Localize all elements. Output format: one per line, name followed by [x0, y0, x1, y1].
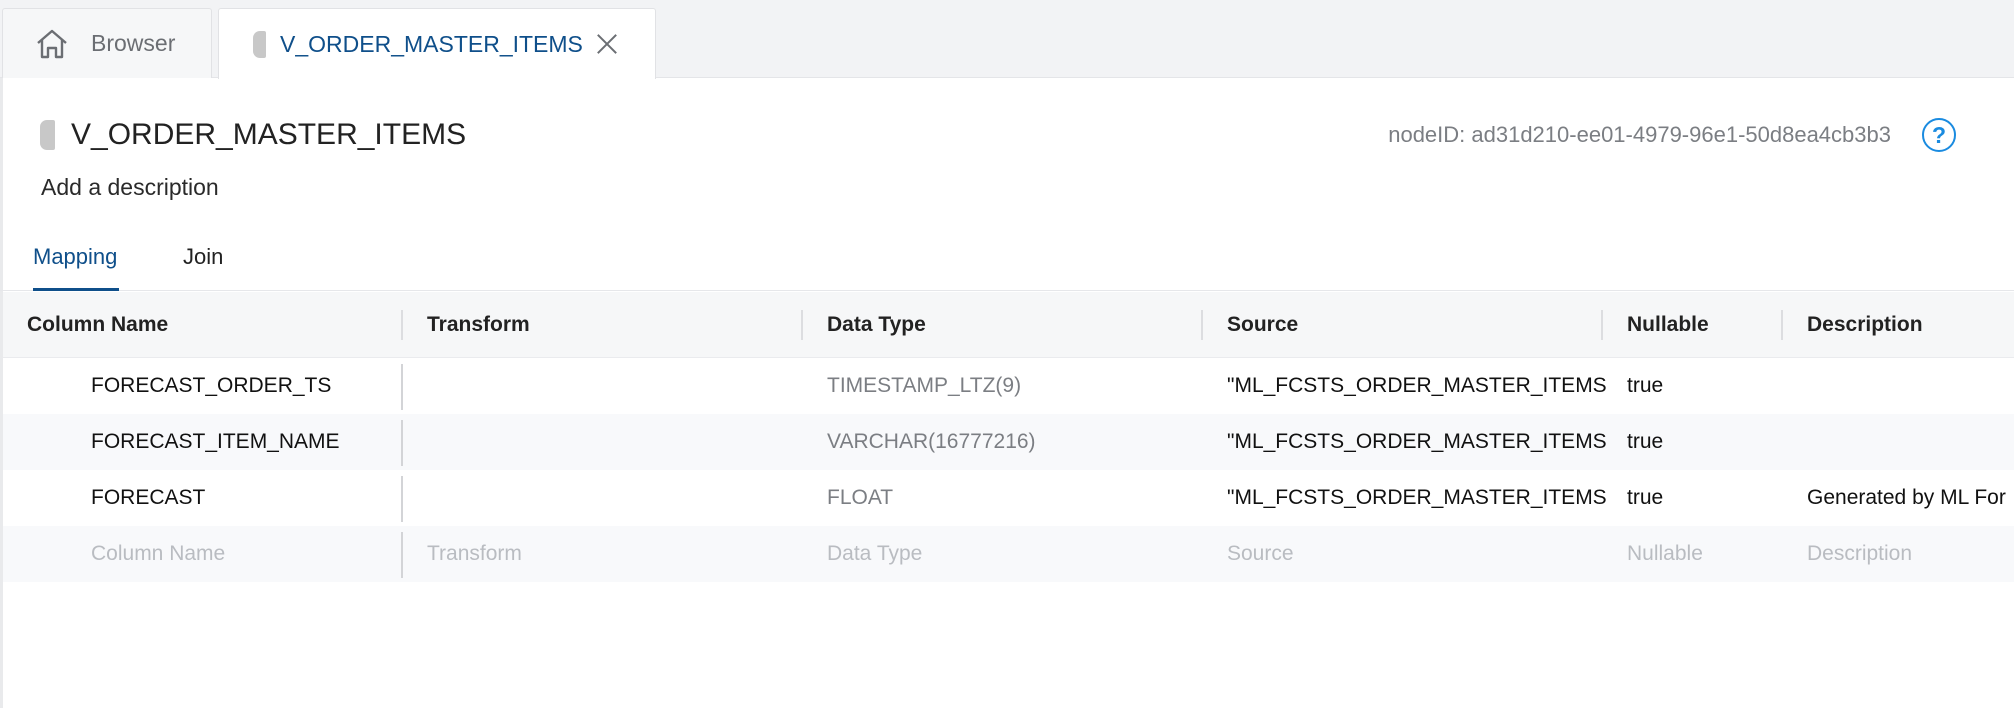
column-resize-handle[interactable]	[401, 310, 403, 340]
column-resize-handle[interactable]	[801, 310, 803, 340]
tab-node-label: V_ORDER_MASTER_ITEMS	[280, 30, 583, 57]
cell-data-type[interactable]: FLOAT	[827, 470, 893, 526]
new-data-type-input[interactable]: Data Type	[827, 526, 922, 582]
cell-description[interactable]	[1807, 414, 2014, 470]
cell-description[interactable]	[1807, 358, 2014, 414]
tab-bar: Browser V_ORDER_MASTER_ITEMS	[0, 0, 2014, 79]
description-field[interactable]: Add a description	[41, 174, 219, 201]
row-divider	[401, 476, 403, 522]
row-divider	[401, 532, 403, 578]
home-icon	[37, 29, 67, 58]
tab-browser[interactable]: Browser	[2, 8, 212, 78]
mapping-grid: Column Name Transform Data Type Source N…	[3, 292, 2014, 582]
new-nullable-input[interactable]: Nullable	[1627, 526, 1703, 582]
cell-source[interactable]: "ML_FCSTS_ORDER_MASTER_ITEMS".	[1227, 414, 1607, 470]
cell-source[interactable]: "ML_FCSTS_ORDER_MASTER_ITEMS".	[1227, 470, 1607, 526]
cell-data-type[interactable]: VARCHAR(16777216)	[827, 414, 1036, 470]
column-resize-handle[interactable]	[1781, 310, 1783, 340]
close-icon[interactable]	[596, 33, 618, 55]
page-title[interactable]: V_ORDER_MASTER_ITEMS	[71, 118, 466, 152]
header-description[interactable]: Description	[1807, 292, 2014, 357]
cell-nullable[interactable]: true	[1627, 414, 1663, 470]
table-row[interactable]: FORECAST_ITEM_NAME VARCHAR(16777216) "ML…	[3, 414, 2014, 470]
tab-join[interactable]: Join	[183, 244, 223, 291]
node-id-text: nodeID: ad31d210-ee01-4979-96e1-50d8ea4c…	[1388, 122, 1891, 147]
cell-column-name[interactable]: FORECAST_ITEM_NAME	[91, 414, 340, 470]
cell-nullable[interactable]: true	[1627, 358, 1663, 414]
tab-node[interactable]: V_ORDER_MASTER_ITEMS	[218, 8, 656, 79]
tab-browser-label: Browser	[91, 30, 176, 56]
new-description-input[interactable]: Description	[1807, 526, 2014, 582]
table-row[interactable]: FORECAST FLOAT "ML_FCSTS_ORDER_MASTER_IT…	[3, 470, 2014, 526]
header-transform[interactable]: Transform	[427, 292, 530, 357]
column-resize-handle[interactable]	[1201, 310, 1203, 340]
row-divider	[401, 420, 403, 466]
header-column-name[interactable]: Column Name	[27, 292, 168, 357]
grid-header-row: Column Name Transform Data Type Source N…	[3, 292, 2014, 358]
column-resize-handle[interactable]	[1601, 310, 1603, 340]
tab-mapping[interactable]: Mapping	[33, 244, 119, 291]
new-source-input[interactable]: Source	[1227, 526, 1607, 582]
content-tabs: Mapping Join	[0, 230, 2014, 291]
header-nullable[interactable]: Nullable	[1627, 292, 1709, 357]
node-title-row: V_ORDER_MASTER_ITEMS	[40, 118, 466, 152]
header-source[interactable]: Source	[1227, 292, 1607, 357]
table-row[interactable]: FORECAST_ORDER_TS TIMESTAMP_LTZ(9) "ML_F…	[3, 358, 2014, 414]
cell-source[interactable]: "ML_FCSTS_ORDER_MASTER_ITEMS".	[1227, 358, 1607, 414]
new-transform-input[interactable]: Transform	[427, 526, 522, 582]
help-icon[interactable]: ?	[1922, 118, 1956, 152]
new-column-row[interactable]: Column Name Transform Data Type Source N…	[3, 526, 2014, 582]
header-data-type[interactable]: Data Type	[827, 292, 926, 357]
cell-nullable[interactable]: true	[1627, 470, 1663, 526]
new-column-name-input[interactable]: Column Name	[91, 526, 225, 582]
node-icon	[40, 120, 55, 150]
row-divider	[401, 364, 403, 410]
cell-data-type[interactable]: TIMESTAMP_LTZ(9)	[827, 358, 1021, 414]
cell-column-name[interactable]: FORECAST_ORDER_TS	[91, 358, 331, 414]
cell-column-name[interactable]: FORECAST	[91, 470, 205, 526]
cell-description[interactable]: Generated by ML For	[1807, 470, 2014, 526]
node-icon	[253, 30, 266, 58]
